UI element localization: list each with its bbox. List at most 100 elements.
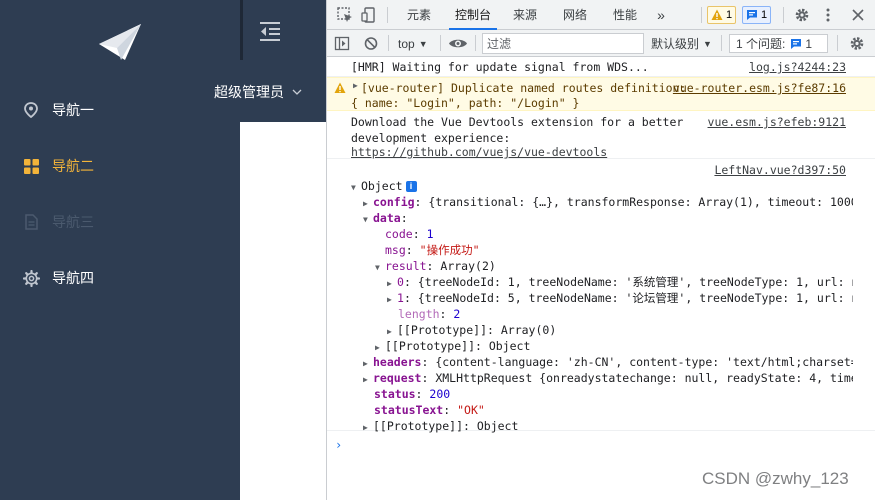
source-link[interactable]: vue-router.esm.js?fe87:16 <box>673 80 846 96</box>
tab-sources[interactable]: 来源 <box>507 0 543 30</box>
warnings-badge[interactable]: 1 <box>707 6 737 24</box>
console-output: [HMR] Waiting for update signal from WDS… <box>327 57 875 500</box>
message-text-line2: development experience: <box>351 131 511 145</box>
warning-icon <box>334 82 346 93</box>
source-link[interactable]: log.js?4244:23 <box>749 59 846 75</box>
console-prompt[interactable]: › <box>335 438 342 452</box>
close-icon[interactable] <box>849 6 867 24</box>
tree-result-item-1[interactable]: ▶ 1: {treeNodeId: 5, treeNodeName: '论坛管理'… <box>387 290 853 306</box>
collapse-triangle-icon[interactable]: ▼ <box>351 180 361 194</box>
tree-result-item-0[interactable]: ▶ 0: {treeNodeId: 1, treeNodeName: '系统管理'… <box>387 274 853 290</box>
expand-triangle-icon[interactable]: ▶ <box>387 292 397 306</box>
tree-data[interactable]: ▼ data: <box>363 210 408 226</box>
messages-count: 1 <box>761 9 768 21</box>
device-toolbar-icon[interactable] <box>360 6 378 24</box>
message-text: [HMR] Waiting for update signal from WDS… <box>351 60 649 74</box>
tree-statustext: statusText: "OK" <box>374 403 485 417</box>
issues-count: 1 <box>805 36 813 51</box>
tree-data-prototype[interactable]: ▶ [[Prototype]]: Object <box>375 338 530 354</box>
log-level-value: 默认级别 <box>651 37 700 51</box>
tree-object-prototype[interactable]: ▶ [[Prototype]]: Object <box>363 418 518 434</box>
more-options-icon[interactable] <box>819 6 837 24</box>
message-text: Download the Vue Devtools extension for … <box>351 115 684 129</box>
toolbar-separator <box>701 7 702 23</box>
tab-elements[interactable]: 元素 <box>399 0 439 30</box>
watermark: CSDN @zwhy_123 <box>702 469 849 488</box>
warning-icon <box>711 9 723 20</box>
expand-triangle-icon[interactable]: ▶ <box>387 276 397 290</box>
grid-icon <box>22 157 40 175</box>
devtools-panel: 元素 控制台 来源 网络 性能 » 1 1 top ▼ 过滤 默认级别 ▼ 1 … <box>326 0 875 500</box>
tree-result[interactable]: ▼ result: Array(2) <box>375 258 496 274</box>
nav-item-3: 导航三 <box>0 200 240 244</box>
collapse-menu-icon[interactable] <box>258 20 282 42</box>
tree-status: status: 200 <box>374 387 451 401</box>
tree-request[interactable]: ▶ request: XMLHttpRequest {onreadystatech… <box>363 370 853 386</box>
tree-array-prototype[interactable]: ▶ [[Prototype]]: Array(0) <box>387 322 556 338</box>
message-icon <box>747 10 757 20</box>
header-divider <box>240 0 243 60</box>
tree-msg: msg: "操作成功" <box>385 243 480 257</box>
tree-code: code: 1 <box>385 227 434 241</box>
collapse-triangle-icon[interactable]: ▼ <box>375 260 385 274</box>
document-icon <box>22 213 40 231</box>
gear-icon[interactable] <box>793 6 811 24</box>
tree-root[interactable]: ▼ Object i <box>351 178 417 194</box>
message-text: [vue-router] Duplicate named routes defi… <box>361 81 687 95</box>
expand-triangle-icon[interactable]: ▶ <box>363 356 373 370</box>
dropdown-arrow-icon: ▼ <box>703 38 712 49</box>
issues-button[interactable]: 1 个问题: 1 <box>729 34 828 53</box>
eye-icon[interactable] <box>448 34 468 53</box>
user-dropdown[interactable]: 超级管理员 <box>214 82 302 102</box>
expand-triangle-icon[interactable]: ▶ <box>375 340 385 354</box>
user-name: 超级管理员 <box>214 84 284 100</box>
paper-plane-logo-icon <box>99 24 141 60</box>
dropdown-arrow-icon: ▼ <box>418 38 428 49</box>
devtools-url-link[interactable]: https://github.com/vuejs/vue-devtools <box>351 146 607 158</box>
collapse-triangle-icon[interactable]: ▼ <box>363 212 373 226</box>
tab-console[interactable]: 控制台 <box>449 0 497 30</box>
inspect-element-icon[interactable] <box>336 6 354 24</box>
location-pin-icon <box>22 101 40 119</box>
app-header <box>240 0 326 122</box>
tab-performance[interactable]: 性能 <box>605 0 645 30</box>
toolbar-separator <box>387 7 388 23</box>
expand-triangle-icon[interactable]: ▶ <box>363 372 373 386</box>
console-message-warning: ▶ [vue-router] Duplicate named routes de… <box>327 77 875 111</box>
nav-item-4[interactable]: 导航四 <box>0 256 240 300</box>
message-icon <box>791 38 802 49</box>
gear-icon <box>22 269 40 287</box>
context-selector[interactable]: top ▼ <box>398 34 428 53</box>
source-link[interactable]: vue.esm.js?efeb:9121 <box>708 114 846 130</box>
devtools-tabbar: 元素 控制台 来源 网络 性能 » 1 1 <box>327 0 875 30</box>
info-icon[interactable]: i <box>405 181 417 192</box>
toolbar-separator <box>721 35 722 51</box>
console-settings-gear-icon[interactable] <box>848 34 866 53</box>
filter-input[interactable] <box>482 33 644 54</box>
nav-item-2[interactable]: 导航二 <box>0 144 240 188</box>
clear-console-icon[interactable] <box>363 34 379 53</box>
more-tabs-button[interactable]: » <box>649 0 673 30</box>
nav-label-3: 导航三 <box>52 214 94 230</box>
issues-label: 1 个问题: <box>736 37 786 51</box>
toolbar-separator <box>837 35 838 51</box>
sidebar-toggle-icon[interactable] <box>334 34 350 53</box>
tree-headers[interactable]: ▶ headers: {content-language: 'zh-CN', co… <box>363 354 853 370</box>
console-message-hmr: [HMR] Waiting for update signal from WDS… <box>327 57 875 77</box>
expand-triangle-icon[interactable]: ▶ <box>387 324 397 338</box>
tree-length: length: 2 <box>398 307 461 321</box>
toolbar-separator <box>475 35 476 51</box>
console-message-devtools: Download the Vue Devtools extension for … <box>327 111 875 159</box>
nav-label-4: 导航四 <box>52 270 94 286</box>
tab-network[interactable]: 网络 <box>555 0 595 30</box>
tree-config[interactable]: ▶ config: {transitional: {…}, transformRe… <box>363 194 853 210</box>
expand-triangle-icon[interactable]: ▶ <box>363 196 373 210</box>
toolbar-separator <box>388 35 389 51</box>
source-link[interactable]: LeftNav.vue?d397:50 <box>714 162 846 178</box>
log-level-selector[interactable]: 默认级别 ▼ <box>651 34 712 53</box>
nav-item-1[interactable]: 导航一 <box>0 88 240 132</box>
messages-badge[interactable]: 1 <box>742 6 772 24</box>
toolbar-separator <box>783 7 784 23</box>
nav-label-2: 导航二 <box>52 158 94 174</box>
expand-triangle-icon[interactable]: ▶ <box>363 420 373 434</box>
